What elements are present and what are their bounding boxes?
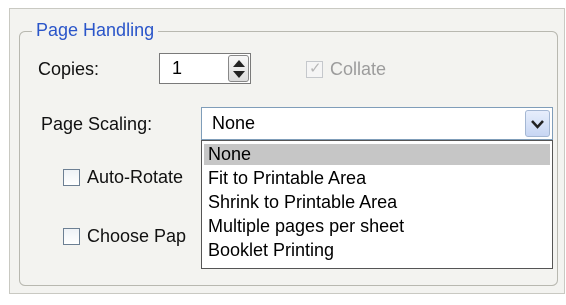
option-fit-to-printable-area[interactable]: Fit to Printable Area <box>204 168 550 189</box>
auto-rotate-label: Auto-Rotate <box>87 167 184 187</box>
choose-paper-label: Choose Pap <box>87 226 187 246</box>
page-scaling-dropdown-list: None Fit to Printable Area Shrink to Pri… <box>201 140 553 269</box>
group-title: Page Handling <box>32 19 159 41</box>
option-booklet-printing[interactable]: Booklet Printing <box>204 240 550 261</box>
chevron-down-icon <box>531 120 544 129</box>
auto-rotate-checkbox[interactable] <box>63 169 80 186</box>
page-scaling-select[interactable]: None <box>201 107 553 140</box>
dropdown-button[interactable] <box>525 110 550 137</box>
choose-paper-checkbox[interactable] <box>63 228 80 245</box>
checkmark-icon: ✓ <box>309 60 322 77</box>
stepper-up-icon[interactable] <box>233 60 245 67</box>
page-scaling-value: None <box>212 113 256 133</box>
collate-label: Collate <box>330 59 387 79</box>
copies-label: Copies: <box>38 59 100 79</box>
option-multiple-pages-per-sheet[interactable]: Multiple pages per sheet <box>204 216 550 237</box>
option-shrink-to-printable-area[interactable]: Shrink to Printable Area <box>204 192 550 213</box>
option-none[interactable]: None <box>204 144 550 165</box>
stepper-down-icon[interactable] <box>233 71 245 78</box>
collate-checkbox: ✓ <box>306 60 323 78</box>
page-scaling-label: Page Scaling: <box>41 114 153 134</box>
copies-stepper[interactable] <box>228 55 249 82</box>
